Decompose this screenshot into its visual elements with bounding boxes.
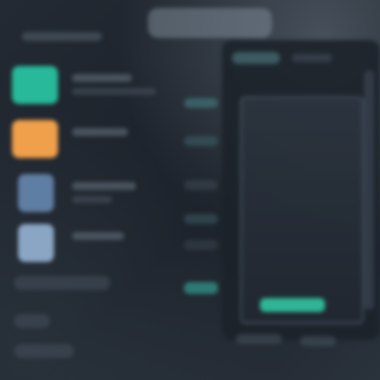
blurred-content (0, 0, 380, 380)
chart-bar (260, 298, 325, 312)
middle-list-chip[interactable] (184, 180, 218, 190)
sidebar-item-label (72, 128, 128, 136)
app-window (0, 0, 380, 380)
tab-active[interactable] (232, 52, 280, 64)
teal-app-tile-icon (12, 66, 58, 104)
sidebar-section-row[interactable] (14, 344, 74, 358)
sidebar-item-orange-app[interactable] (10, 116, 160, 162)
sidebar (0, 0, 168, 380)
middle-list-chip-active[interactable] (184, 282, 218, 294)
sidebar-item-label (72, 74, 132, 82)
chart-area (240, 96, 364, 324)
light-blue-app-tile-icon (18, 224, 54, 262)
middle-column (176, 90, 224, 330)
footer-chip[interactable] (236, 334, 282, 344)
sidebar-item-label (72, 182, 136, 190)
middle-list-chip[interactable] (184, 240, 218, 250)
tab-inactive[interactable] (292, 54, 332, 62)
sidebar-section-row[interactable] (14, 314, 50, 328)
middle-list-chip[interactable] (184, 214, 218, 224)
sidebar-item-light-blue-app[interactable] (10, 220, 160, 266)
blue-app-tile-icon (18, 174, 54, 212)
main-panel (222, 40, 380, 340)
footer-chip[interactable] (300, 336, 336, 346)
scrollbar[interactable] (364, 70, 374, 310)
orange-app-tile-icon (12, 120, 58, 158)
sidebar-item-label (72, 232, 124, 240)
sidebar-header (22, 32, 102, 41)
middle-list-chip[interactable] (184, 136, 218, 146)
sidebar-section-row[interactable] (14, 276, 110, 290)
middle-list-chip[interactable] (184, 98, 218, 108)
sidebar-item-teal-app[interactable] (10, 62, 160, 108)
sidebar-item-blue-app[interactable] (10, 170, 160, 216)
sidebar-item-sublabel (72, 196, 112, 203)
sidebar-item-sublabel (72, 88, 156, 95)
